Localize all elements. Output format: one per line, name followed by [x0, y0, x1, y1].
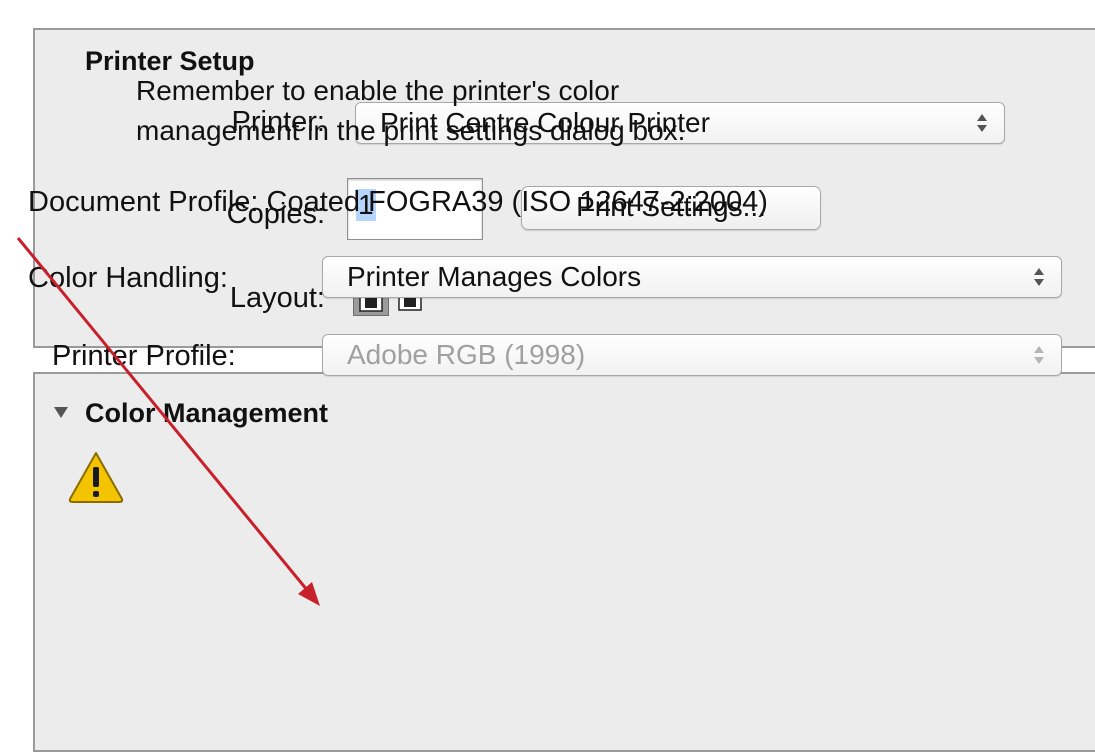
color-management-panel: Color Management — [33, 372, 1095, 752]
popup-arrows-icon — [1033, 343, 1045, 367]
warning-line1: Remember to enable the printer's color — [136, 75, 620, 106]
warning-line2: management in the print settings dialog … — [136, 115, 686, 146]
printer-profile-popup: Adobe RGB (1998) — [322, 334, 1062, 376]
popup-arrows-icon — [1033, 265, 1045, 289]
printer-profile-label: Printer Profile: — [52, 340, 236, 372]
color-handling-popup[interactable]: Printer Manages Colors — [322, 256, 1062, 298]
popup-arrows-icon — [976, 111, 988, 135]
warning-icon — [67, 450, 125, 509]
printer-profile-value: Adobe RGB (1998) — [347, 339, 586, 370]
color-handling-label: Color Handling: — [28, 262, 228, 294]
color-handling-value: Printer Manages Colors — [347, 261, 642, 292]
color-management-title[interactable]: Color Management — [85, 398, 328, 429]
triangle-down-icon[interactable] — [53, 404, 69, 425]
document-profile-text: Document Profile: Coated FOGRA39 (ISO 12… — [28, 186, 768, 218]
